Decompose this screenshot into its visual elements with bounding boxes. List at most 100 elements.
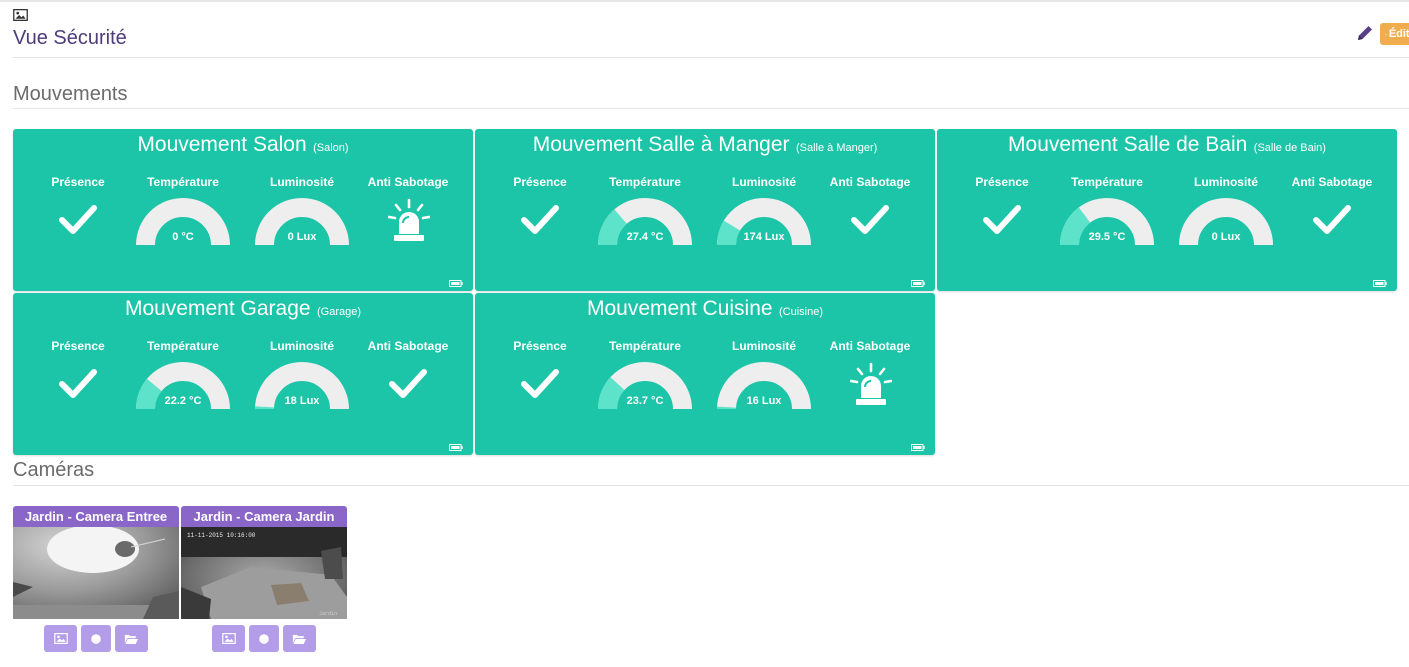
presence-label: Présence — [51, 175, 105, 189]
motion-sensor-card: Mouvement Cuisine (Cuisine) Présence Tem… — [475, 293, 935, 455]
section-divider — [13, 485, 1409, 486]
folder-button[interactable] — [283, 625, 316, 652]
battery-icon — [449, 280, 463, 287]
svg-text:Jardin: Jardin — [319, 611, 337, 617]
card-title[interactable]: Mouvement Salon (Salon) — [13, 133, 473, 157]
sensor-room: (Salle à Manger) — [795, 142, 878, 154]
edit-label: Éditer — [1388, 28, 1409, 40]
sensor-room: (Cuisine) — [779, 306, 824, 318]
anti-sabotage-label: Anti Sabotage — [367, 339, 449, 353]
siren-icon — [850, 362, 892, 406]
snapshot-button[interactable] — [44, 625, 77, 652]
luminosity-gauge-value: 18 Lux — [284, 395, 320, 407]
check-icon — [59, 367, 97, 399]
luminosity-gauge-value: 0 Lux — [1211, 231, 1241, 243]
sensor-luminosity: Luminosité 0 Lux — [1176, 174, 1276, 256]
camera-feed[interactable]: 11-11-2015 10:16:00 Jardin — [181, 527, 347, 619]
section-title-cameras: Caméras — [13, 459, 95, 481]
sensor-presence: Présence — [490, 338, 590, 420]
presence-label: Présence — [51, 339, 105, 353]
luminosity-gauge-value: 0 Lux — [287, 231, 317, 243]
sensor-presence: Présence — [28, 338, 128, 420]
sensor-luminosity: Luminosité 174 Lux — [714, 174, 814, 256]
sensor-name: Mouvement Salon — [137, 133, 307, 156]
sensor-room: (Garage) — [317, 306, 362, 318]
motion-sensor-card: Mouvement Garage (Garage) Présence Tempé… — [13, 293, 473, 455]
temperature-gauge-value: 27.4 °C — [626, 231, 664, 243]
battery-icon — [449, 444, 463, 451]
folder-button[interactable] — [115, 625, 148, 652]
card-title[interactable]: Mouvement Garage (Garage) — [13, 297, 473, 321]
folder-icon — [124, 633, 139, 645]
temperature-gauge-value: 29.5 °C — [1088, 231, 1126, 243]
sensor-luminosity: Luminosité 0 Lux — [252, 174, 352, 256]
sensor-name: Mouvement Cuisine — [586, 297, 773, 320]
luminosity-label: Luminosité — [1193, 175, 1258, 189]
sensor-presence: Présence — [28, 174, 128, 256]
pencil-icon[interactable] — [1356, 24, 1374, 42]
luminosity-label: Luminosité — [731, 175, 796, 189]
anti-sabotage-label: Anti Sabotage — [829, 339, 911, 353]
sensor-luminosity: Luminosité 16 Lux — [714, 338, 814, 420]
check-icon — [389, 367, 427, 399]
snapshot-icon — [222, 633, 236, 644]
record-button[interactable] — [81, 625, 111, 652]
sensor-presence: Présence — [490, 174, 590, 256]
check-icon — [521, 203, 559, 235]
camera-title: Jardin - Camera Jardin — [181, 506, 347, 527]
luminosity-label: Luminosité — [269, 175, 334, 189]
motion-sensor-card: Mouvement Salle de Bain (Salle de Bain) … — [937, 129, 1397, 291]
sensor-anti-sabotage: Anti Sabotage — [358, 174, 458, 256]
luminosity-label: Luminosité — [731, 339, 796, 353]
section-title-movements: Mouvements — [13, 83, 128, 105]
check-icon — [59, 203, 97, 235]
check-icon — [1313, 203, 1351, 235]
anti-sabotage-label: Anti Sabotage — [1291, 175, 1373, 189]
sensor-anti-sabotage: Anti Sabotage — [1282, 174, 1382, 256]
page-title: Vue Sécurité — [13, 27, 127, 49]
battery-icon — [911, 280, 925, 287]
section-divider — [13, 108, 1409, 109]
camera-feed[interactable] — [13, 527, 179, 619]
temperature-label: Température — [1071, 175, 1143, 189]
sensor-temperature: Température 29.5 °C — [1057, 174, 1157, 256]
check-icon — [521, 367, 559, 399]
sensor-anti-sabotage: Anti Sabotage — [358, 338, 458, 420]
presence-label: Présence — [513, 339, 567, 353]
luminosity-label: Luminosité — [269, 339, 334, 353]
header-divider — [13, 57, 1409, 58]
temperature-label: Température — [147, 339, 219, 353]
temperature-gauge-value: 22.2 °C — [164, 395, 202, 407]
camera-title: Jardin - Camera Entree — [13, 506, 179, 527]
check-icon — [983, 203, 1021, 235]
camera-widget: Jardin - Camera Entree — [13, 506, 179, 652]
temperature-label: Température — [147, 175, 219, 189]
battery-icon — [1373, 280, 1387, 287]
image-icon — [13, 9, 28, 21]
sensor-luminosity: Luminosité 18 Lux — [252, 338, 352, 420]
temperature-gauge-value: 0 °C — [172, 231, 194, 243]
motion-sensor-card: Mouvement Salon (Salon) Présence Tempéra… — [13, 129, 473, 291]
sensor-name: Mouvement Salle de Bain — [1008, 133, 1248, 156]
battery-icon — [911, 444, 925, 451]
sensor-temperature: Température 27.4 °C — [595, 174, 695, 256]
sensor-temperature: Température 23.7 °C — [595, 338, 695, 420]
temperature-label: Température — [609, 339, 681, 353]
anti-sabotage-label: Anti Sabotage — [367, 175, 449, 189]
presence-label: Présence — [975, 175, 1029, 189]
folder-icon — [292, 633, 307, 645]
record-button[interactable] — [249, 625, 279, 652]
card-title[interactable]: Mouvement Salle à Manger (Salle à Manger… — [475, 133, 935, 157]
card-title[interactable]: Mouvement Salle de Bain (Salle de Bain) — [937, 133, 1397, 157]
camera-timestamp: 11-11-2015 10:16:00 — [187, 532, 256, 539]
luminosity-gauge-value: 16 Lux — [746, 395, 782, 407]
snapshot-button[interactable] — [212, 625, 245, 652]
check-icon — [851, 203, 889, 235]
card-title[interactable]: Mouvement Cuisine (Cuisine) — [475, 297, 935, 321]
snapshot-icon — [54, 633, 68, 644]
sensor-name: Mouvement Garage — [124, 297, 311, 320]
sensor-name: Mouvement Salle à Manger — [532, 133, 790, 156]
sensor-temperature: Température 22.2 °C — [133, 338, 233, 420]
sensor-anti-sabotage: Anti Sabotage — [820, 174, 920, 256]
edit-button[interactable]: Éditer — [1380, 23, 1409, 45]
